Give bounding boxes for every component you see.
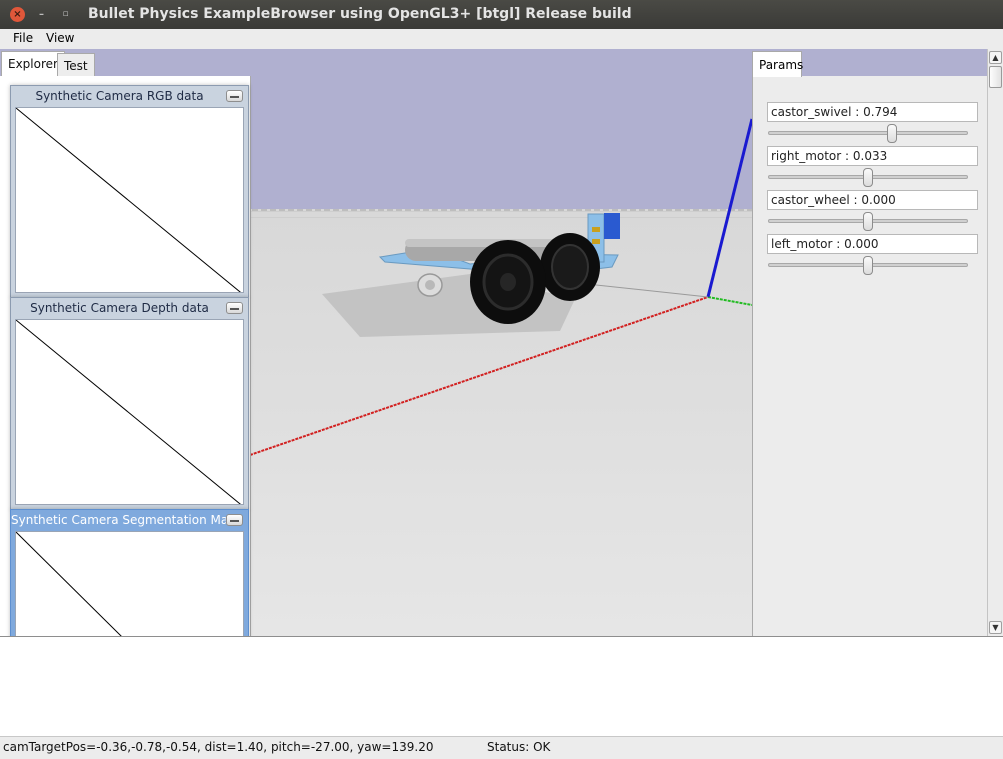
scroll-up-icon[interactable]: ▲ — [989, 51, 1002, 64]
menu-file[interactable]: File — [13, 31, 33, 45]
tab-params[interactable]: Params — [752, 51, 803, 77]
status-bar: camTargetPos=-0.36,-0.78,-0.54, dist=1.4… — [0, 736, 1003, 759]
status-text: Status: OK — [487, 740, 551, 754]
param-right-motor-label: right_motor : 0.033 — [767, 146, 978, 166]
scrollbar-thumb[interactable] — [989, 66, 1002, 88]
rgb-camera-minimize-icon[interactable] — [226, 90, 243, 102]
minimize-window-icon[interactable]: – — [34, 7, 49, 22]
rgb-camera-window[interactable]: Synthetic Camera RGB data — [10, 85, 249, 298]
maximize-window-icon[interactable]: ▫ — [58, 7, 73, 22]
param-castor-swivel-label: castor_swivel : 0.794 — [767, 102, 978, 122]
depth-camera-title: Synthetic Camera Depth data — [30, 301, 209, 315]
castor-swivel-slider-handle[interactable] — [886, 124, 897, 143]
depth-camera-minimize-icon[interactable] — [226, 302, 243, 314]
castor-wheel-slider[interactable] — [768, 212, 968, 231]
camera-status-text: camTargetPos=-0.36,-0.78,-0.54, dist=1.4… — [3, 740, 434, 754]
params-scrollbar[interactable]: ▲ ▼ — [987, 49, 1003, 636]
title-bar: × – ▫ Bullet Physics ExampleBrowser usin… — [0, 0, 1003, 29]
left-motor-slider[interactable] — [768, 256, 968, 275]
close-window-icon[interactable]: × — [10, 7, 25, 22]
scroll-down-icon[interactable]: ▼ — [989, 621, 1002, 634]
depth-camera-window[interactable]: Synthetic Camera Depth data — [10, 297, 249, 510]
window-title: Bullet Physics ExampleBrowser using Open… — [88, 6, 632, 22]
castor-wheel-slider-handle[interactable] — [863, 212, 873, 231]
param-castor-wheel-label: castor_wheel : 0.000 — [767, 190, 978, 210]
example-browser-window: × – ▫ Bullet Physics ExampleBrowser usin… — [0, 0, 1003, 759]
rgb-camera-title: Synthetic Camera RGB data — [35, 89, 204, 103]
rgb-camera-canvas — [15, 107, 244, 293]
menu-view[interactable]: View — [46, 31, 74, 45]
console-output[interactable] — [0, 636, 1003, 736]
castor-swivel-slider[interactable] — [768, 124, 968, 143]
menu-bar: File View — [0, 29, 1003, 49]
left-motor-slider-handle[interactable] — [863, 256, 873, 275]
segmentation-camera-minimize-icon[interactable] — [226, 514, 243, 526]
tab-explorer[interactable]: Explorer — [1, 51, 65, 76]
right-motor-slider[interactable] — [768, 168, 968, 187]
segmentation-camera-title: Synthetic Camera Segmentation Mask — [11, 513, 242, 527]
right-motor-slider-handle[interactable] — [863, 168, 873, 187]
tab-test[interactable]: Test — [57, 53, 95, 76]
param-left-motor-label: left_motor : 0.000 — [767, 234, 978, 254]
depth-camera-canvas — [15, 319, 244, 505]
